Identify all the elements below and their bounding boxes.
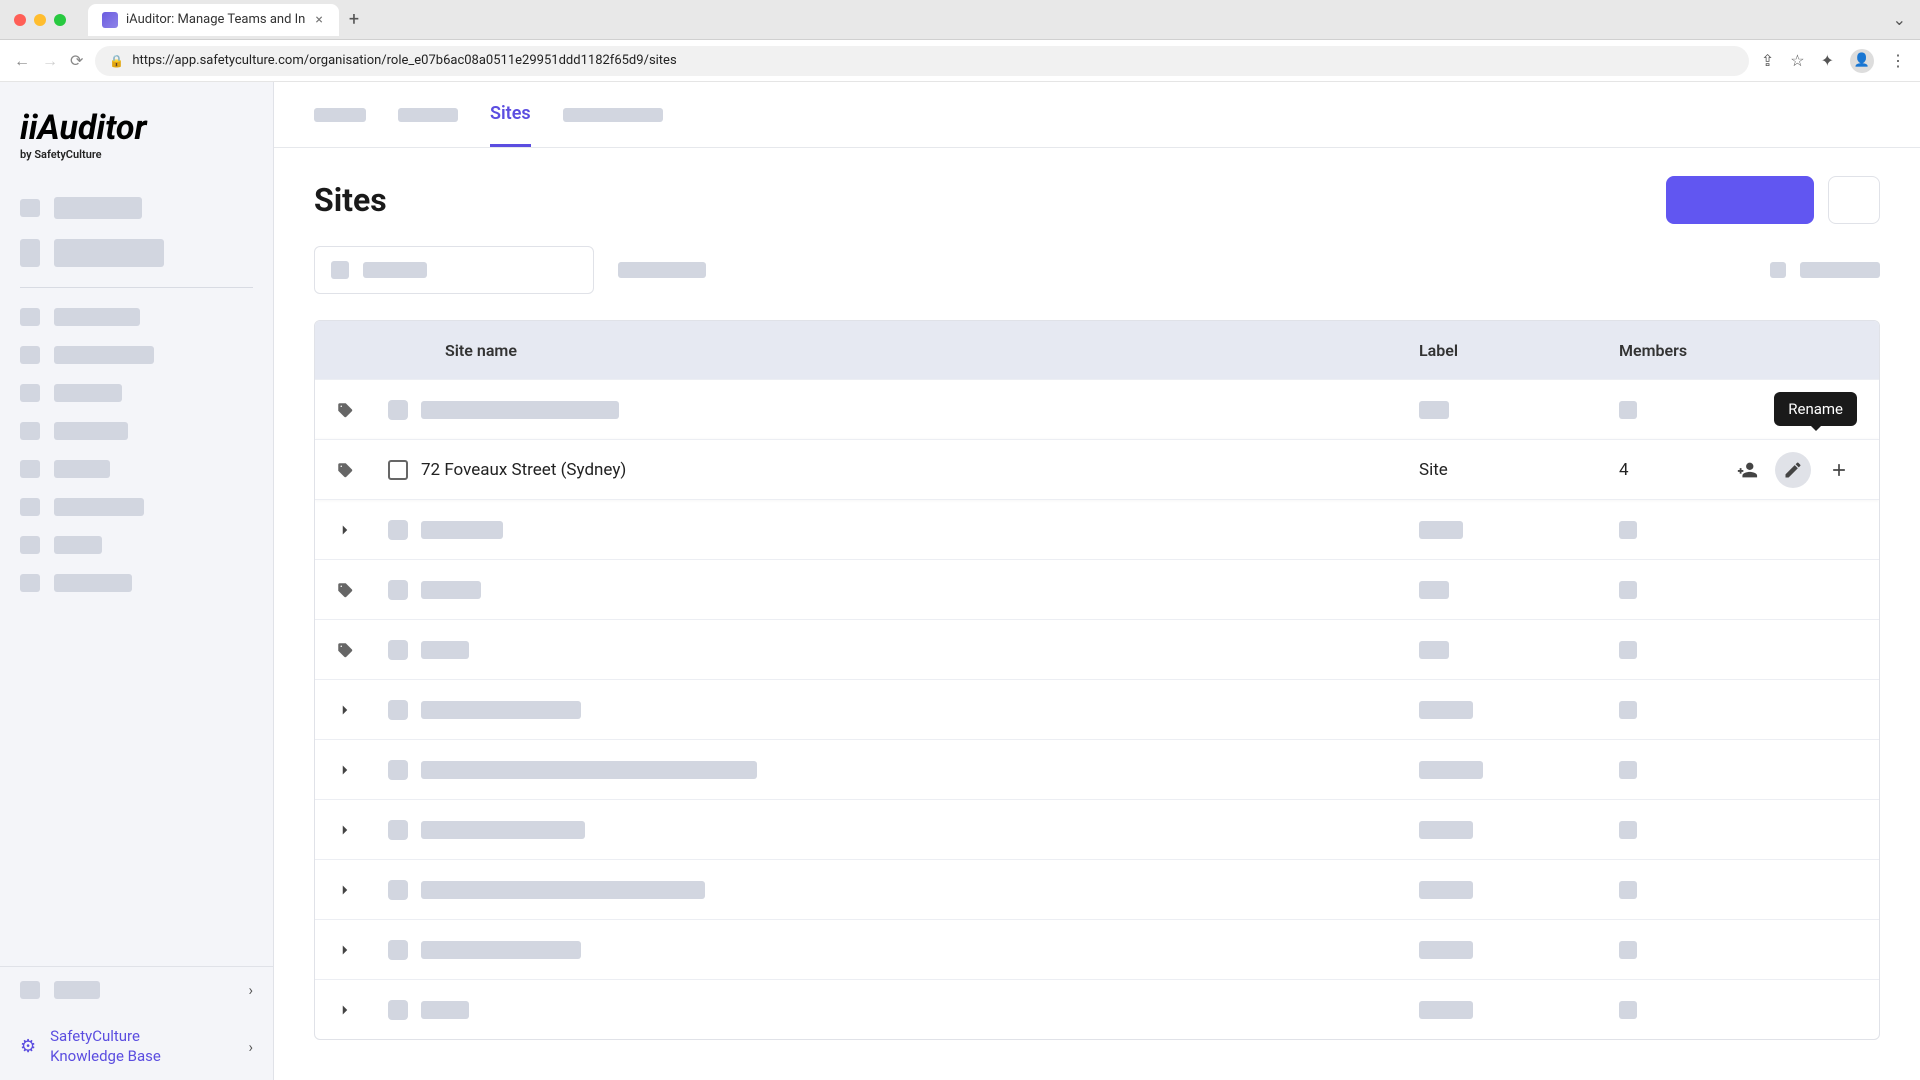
filter-icon[interactable]: [1770, 262, 1786, 278]
chevron-right-icon[interactable]: [315, 941, 375, 959]
divider: [20, 287, 253, 288]
table-row[interactable]: [315, 379, 1879, 439]
sidebar-item[interactable]: [12, 526, 261, 564]
tag-icon: [315, 401, 375, 419]
tag-icon: [315, 641, 375, 659]
tab-sites[interactable]: Sites: [490, 103, 531, 147]
minimize-window[interactable]: [34, 14, 46, 26]
close-tab-icon[interactable]: ×: [313, 12, 324, 28]
chevron-right-icon[interactable]: [315, 1001, 375, 1019]
add-member-button[interactable]: [1729, 452, 1765, 488]
filters-row: [274, 232, 1920, 320]
browser-window-chrome: iAuditor: Manage Teams and In × + ⌄: [0, 0, 1920, 40]
sidebar-footer-item[interactable]: ›: [0, 967, 273, 1013]
main-content: Sites Sites Si: [274, 82, 1920, 1080]
bookmark-icon[interactable]: ☆: [1790, 51, 1804, 70]
sidebar-item[interactable]: [12, 450, 261, 488]
profile-icon[interactable]: 👤: [1850, 49, 1874, 73]
filter-item[interactable]: [618, 262, 706, 278]
add-button[interactable]: [1821, 452, 1857, 488]
sidebar-item[interactable]: [12, 336, 261, 374]
maximize-window[interactable]: [54, 14, 66, 26]
th-label[interactable]: Label: [1419, 341, 1619, 360]
lock-icon: 🔒: [109, 54, 124, 68]
tab-title: iAuditor: Manage Teams and In: [126, 12, 305, 27]
extensions-icon[interactable]: ✦: [1821, 51, 1834, 70]
address-bar[interactable]: 🔒 https://app.safetyculture.com/organisa…: [95, 46, 1748, 76]
sidebar-item[interactable]: [12, 412, 261, 450]
table-row[interactable]: [315, 559, 1879, 619]
back-button[interactable]: ←: [14, 51, 30, 71]
sidebar-item[interactable]: [12, 564, 261, 602]
kb-label: SafetyCulture Knowledge Base: [50, 1027, 161, 1066]
table-row[interactable]: [315, 799, 1879, 859]
chevron-right-icon[interactable]: [315, 881, 375, 899]
tag-icon: [315, 461, 375, 479]
url-text: https://app.safetyculture.com/organisati…: [132, 53, 676, 68]
chevron-right-icon[interactable]: [315, 701, 375, 719]
browser-tab[interactable]: iAuditor: Manage Teams and In ×: [88, 4, 339, 36]
table-row[interactable]: [315, 679, 1879, 739]
chevron-right-icon: ›: [248, 981, 253, 999]
sidebar-nav: [0, 181, 273, 608]
chevron-right-icon[interactable]: [315, 821, 375, 839]
sidebar-item[interactable]: [12, 488, 261, 526]
sidebar-knowledge-base[interactable]: ⚙ SafetyCulture Knowledge Base ›: [0, 1013, 273, 1080]
th-site-name[interactable]: Site name: [375, 341, 1419, 360]
forward-button[interactable]: →: [42, 51, 58, 71]
sidebar-footer: › ⚙ SafetyCulture Knowledge Base ›: [0, 966, 273, 1080]
site-label-cell: Site: [1419, 460, 1619, 480]
secondary-action-button[interactable]: [1828, 176, 1880, 224]
chevron-right-icon[interactable]: [315, 761, 375, 779]
new-tab-button[interactable]: +: [349, 9, 359, 30]
sidebar-item[interactable]: [12, 298, 261, 336]
sites-table: Site name Label Members 72 Foveaux St: [314, 320, 1880, 1040]
table-row[interactable]: [315, 739, 1879, 799]
tabs-menu-chevron[interactable]: ⌄: [1893, 10, 1906, 29]
row-actions: [1729, 452, 1857, 488]
table-row[interactable]: [315, 979, 1879, 1039]
gear-icon: ⚙: [20, 1036, 36, 1057]
table-row[interactable]: [315, 919, 1879, 979]
page-header: Sites: [274, 148, 1920, 232]
content-tab[interactable]: [314, 108, 366, 122]
site-name-cell: 72 Foveaux Street (Sydney): [421, 460, 1419, 480]
table-row-active[interactable]: 72 Foveaux Street (Sydney) Site 4 Rename: [315, 439, 1879, 499]
page-title: Sites: [314, 181, 387, 219]
table-row[interactable]: [315, 619, 1879, 679]
filter-label[interactable]: [1800, 262, 1880, 278]
sidebar-item[interactable]: [12, 374, 261, 412]
rename-tooltip: Rename: [1774, 392, 1857, 426]
tab-favicon: [102, 12, 118, 28]
browser-menu-icon[interactable]: ⋮: [1890, 51, 1906, 70]
traffic-lights: [14, 14, 66, 26]
app-logo[interactable]: iiAuditor by SafetyCulture: [0, 82, 273, 181]
table-row[interactable]: [315, 499, 1879, 559]
table-header: Site name Label Members: [315, 321, 1879, 379]
table-row[interactable]: [315, 859, 1879, 919]
share-icon[interactable]: ⇪: [1761, 51, 1774, 70]
browser-actions: ⇪ ☆ ✦ 👤 ⋮: [1761, 49, 1906, 73]
sidebar-item[interactable]: [12, 229, 261, 277]
search-input[interactable]: [314, 246, 594, 294]
content-tabs: Sites: [274, 82, 1920, 148]
content-tab[interactable]: [398, 108, 458, 122]
primary-action-button[interactable]: [1666, 176, 1814, 224]
row-checkbox[interactable]: [388, 460, 408, 480]
th-members[interactable]: Members: [1619, 341, 1879, 360]
tag-icon: [315, 581, 375, 599]
sidebar-item[interactable]: [12, 187, 261, 229]
browser-toolbar: ← → ⟳ 🔒 https://app.safetyculture.com/or…: [0, 40, 1920, 82]
logo-subtext: by SafetyCulture: [20, 148, 253, 161]
chevron-right-icon[interactable]: [315, 521, 375, 539]
chevron-right-icon: ›: [248, 1038, 253, 1056]
sidebar: iiAuditor by SafetyCulture › ⚙ S: [0, 82, 274, 1080]
reload-button[interactable]: ⟳: [70, 51, 83, 70]
content-tab[interactable]: [563, 108, 663, 122]
close-window[interactable]: [14, 14, 26, 26]
rename-button[interactable]: [1775, 452, 1811, 488]
logo-text: iAuditor: [29, 108, 147, 148]
